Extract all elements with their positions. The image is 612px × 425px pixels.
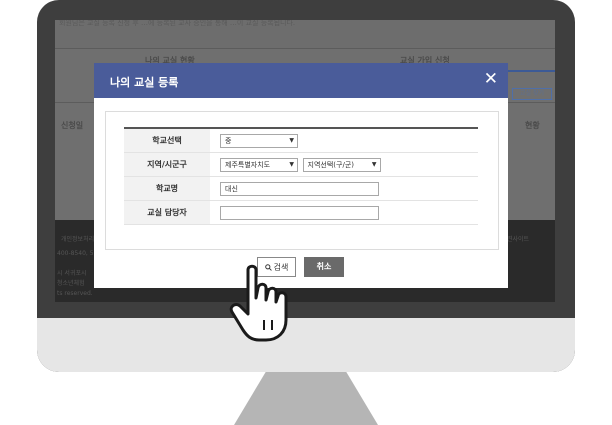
school-name-label: 학교명 <box>124 176 210 201</box>
footer-phone: 400-8540, 5 <box>57 250 94 257</box>
close-icon[interactable]: ✕ <box>484 69 498 89</box>
footer-address-1: 시 서귀포시 <box>57 270 87 277</box>
monitor-stand <box>234 372 378 425</box>
school-type-value: 중 <box>225 136 232 145</box>
teacher-label: 교실 담당자 <box>124 200 210 225</box>
background-notice-text: 회원님은 교실 등록 신청 후 …에 등록된 교사 승인을 통해 …이 교실 등… <box>59 20 296 27</box>
district-select[interactable]: 지역선택(구/군) ▼ <box>302 157 381 172</box>
chevron-down-icon: ▼ <box>289 136 294 144</box>
school-name-cell: 대신 <box>210 176 478 201</box>
school-name-input[interactable]: 대신 <box>220 181 379 196</box>
school-type-label: 학교선택 <box>124 128 210 153</box>
chevron-down-icon: ▼ <box>289 160 294 168</box>
divider <box>55 48 555 49</box>
province-select[interactable]: 제주특별자치도 ▼ <box>220 157 298 172</box>
register-form: 학교선택 중 ▼ 지역/시군구 제주특별자치도 ▼ 지역선택(구/군) ▼ 학교… <box>124 127 478 225</box>
bg-col-apply-date: 신청일 <box>61 121 84 130</box>
footer-copyright: ts reserved. <box>57 290 93 297</box>
chevron-down-icon: ▼ <box>371 160 377 168</box>
register-class-modal: 나의 교실 등록 ✕ 학교선택 중 ▼ 지역/시군구 제주특별자치도 ▼ 지역선… <box>94 63 508 288</box>
background-header: 회원님은 교실 등록 신청 후 …에 등록된 교사 승인을 통해 …이 교실 등… <box>55 20 555 48</box>
form-row-region: 지역/시군구 제주특별자치도 ▼ 지역선택(구/군) ▼ <box>124 152 478 177</box>
footer-address-2: 청소년체험 <box>57 280 85 287</box>
school-type-select[interactable]: 중 ▼ <box>220 133 298 148</box>
form-row-teacher: 교실 담당자 <box>124 200 478 225</box>
province-value: 제주특별자치도 <box>225 160 271 169</box>
form-row-school-name: 학교명 대신 <box>124 176 478 201</box>
find-class-button[interactable]: 교실 찾기 <box>512 88 552 100</box>
school-type-cell: 중 ▼ <box>210 128 478 153</box>
form-row-school-type: 학교선택 중 ▼ <box>124 128 478 153</box>
hand-pointer-icon <box>229 264 288 342</box>
teacher-cell <box>210 200 478 225</box>
modal-header: 나의 교실 등록 ✕ <box>94 63 508 98</box>
modal-title: 나의 교실 등록 <box>110 76 179 89</box>
footer-related-sites[interactable]: 련사이트 <box>507 234 529 243</box>
district-value: 지역선택(구/군) <box>307 160 355 169</box>
bg-col-status: 현황 <box>525 121 540 130</box>
region-label: 지역/시군구 <box>124 152 210 177</box>
form-panel: 학교선택 중 ▼ 지역/시군구 제주특별자치도 ▼ 지역선택(구/군) ▼ 학교… <box>105 111 499 250</box>
footer-privacy-link[interactable]: 개인정보처리 <box>61 234 94 243</box>
region-cell: 제주특별자치도 ▼ 지역선택(구/군) ▼ <box>210 152 478 177</box>
teacher-input[interactable] <box>220 205 379 220</box>
